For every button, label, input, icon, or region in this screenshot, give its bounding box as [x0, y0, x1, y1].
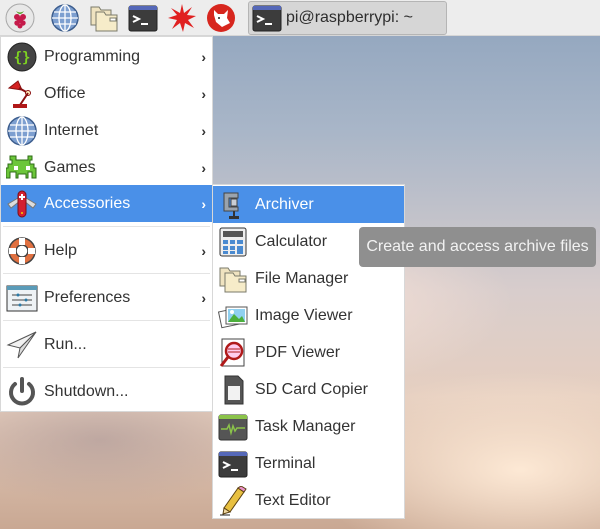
submenu-arrow-icon: › [201, 159, 206, 176]
task-button-terminal[interactable]: pi@raspberrypi: ~ [248, 1, 447, 35]
menu-item-shutdown[interactable]: Shutdown... [1, 373, 212, 410]
menu-item-label: Games [44, 158, 96, 176]
menu-item-label: Preferences [44, 288, 131, 306]
terminal-icon [128, 5, 158, 32]
menu-item-label: Office [44, 84, 86, 102]
menu-item-run[interactable]: Run... [1, 326, 212, 363]
menu-item-accessories[interactable]: Accessories › [1, 185, 212, 222]
globe-icon [51, 4, 79, 32]
submenu-item-archiver[interactable]: Archiver [213, 186, 404, 223]
terminal-icon [252, 5, 282, 32]
taskbar: pi@raspberrypi: ~ [0, 0, 600, 36]
wolfram-launcher[interactable] [206, 3, 236, 33]
folder-icon [90, 6, 118, 32]
submenu-item-label: Calculator [255, 232, 328, 250]
submenu-item-pdf-viewer[interactable]: PDF Viewer [213, 334, 404, 371]
swiss-knife-icon [7, 190, 37, 217]
menu-item-label: Programming [44, 47, 141, 65]
submenu-arrow-icon: › [201, 195, 206, 212]
submenu-arrow-icon: › [201, 242, 206, 259]
sliders-icon [6, 285, 38, 311]
mathematica-launcher[interactable] [167, 3, 197, 33]
menu-item-programming[interactable]: {} Programming › [1, 38, 212, 75]
menu-item-help[interactable]: Help › [1, 232, 212, 269]
image-icon [218, 306, 248, 328]
terminal-icon [218, 451, 248, 477]
terminal-launcher[interactable] [128, 3, 158, 33]
power-icon [9, 376, 35, 405]
main-menu: {} Programming › Office › Internet › Gam… [0, 36, 213, 412]
submenu-item-label: File Manager [255, 269, 349, 287]
sd-card-icon [224, 375, 244, 404]
submenu-arrow-icon: › [201, 85, 206, 102]
menu-separator [3, 367, 210, 368]
lifebuoy-icon [8, 236, 36, 265]
star-burst-icon [168, 4, 196, 32]
menu-separator [3, 320, 210, 321]
file-manager-launcher[interactable] [89, 3, 119, 33]
lamp-icon [7, 79, 31, 108]
menu-item-preferences[interactable]: Preferences › [1, 279, 212, 316]
submenu-arrow-icon: › [201, 122, 206, 139]
submenu-item-label: SD Card Copier [255, 380, 368, 398]
paper-plane-icon [6, 331, 37, 358]
menu-item-games[interactable]: Games › [1, 149, 212, 186]
space-invader-icon [6, 155, 37, 178]
submenu-item-task-manager[interactable]: Task Manager [213, 408, 404, 445]
submenu-item-label: Task Manager [255, 417, 356, 435]
submenu-item-label: Text Editor [255, 491, 331, 509]
pdf-magnifier-icon [219, 338, 245, 367]
submenu-item-text-editor[interactable]: Text Editor [213, 482, 404, 519]
clamp-icon [223, 192, 239, 219]
tooltip-text: Create and access archive files [366, 238, 589, 255]
submenu-item-terminal[interactable]: Terminal [213, 445, 404, 482]
submenu-item-label: PDF Viewer [255, 343, 341, 361]
submenu-item-label: Image Viewer [255, 306, 353, 324]
submenu-arrow-icon: › [201, 289, 206, 306]
tooltip: Create and access archive files [359, 227, 596, 267]
menu-item-label: Help [44, 241, 77, 259]
menu-item-internet[interactable]: Internet › [1, 112, 212, 149]
submenu-item-label: Terminal [255, 454, 316, 472]
submenu-item-sd-card-copier[interactable]: SD Card Copier [213, 371, 404, 408]
calculator-icon [219, 227, 247, 256]
svg-text:{}: {} [14, 50, 31, 66]
menu-item-label: Run... [44, 335, 87, 353]
folder-icon [219, 267, 247, 292]
raspberry-menu-button[interactable] [5, 3, 35, 33]
pencil-icon [220, 485, 247, 515]
menu-item-office[interactable]: Office › [1, 75, 212, 112]
menu-item-label: Shutdown... [44, 382, 129, 400]
wolf-icon [207, 4, 235, 32]
raspberry-icon [5, 3, 35, 33]
web-browser-launcher[interactable] [50, 3, 80, 33]
submenu-item-image-viewer[interactable]: Image Viewer [213, 297, 404, 334]
menu-item-label: Internet [44, 121, 99, 139]
task-button-label: pi@raspberrypi: ~ [286, 9, 413, 26]
task-monitor-icon [218, 414, 248, 440]
menu-separator [3, 273, 210, 274]
globe-icon [7, 115, 37, 146]
submenu-item-label: Archiver [255, 195, 314, 213]
menu-item-label: Accessories [44, 194, 131, 212]
menu-separator [3, 226, 210, 227]
programming-icon: {} [7, 42, 37, 71]
submenu-arrow-icon: › [201, 48, 206, 65]
